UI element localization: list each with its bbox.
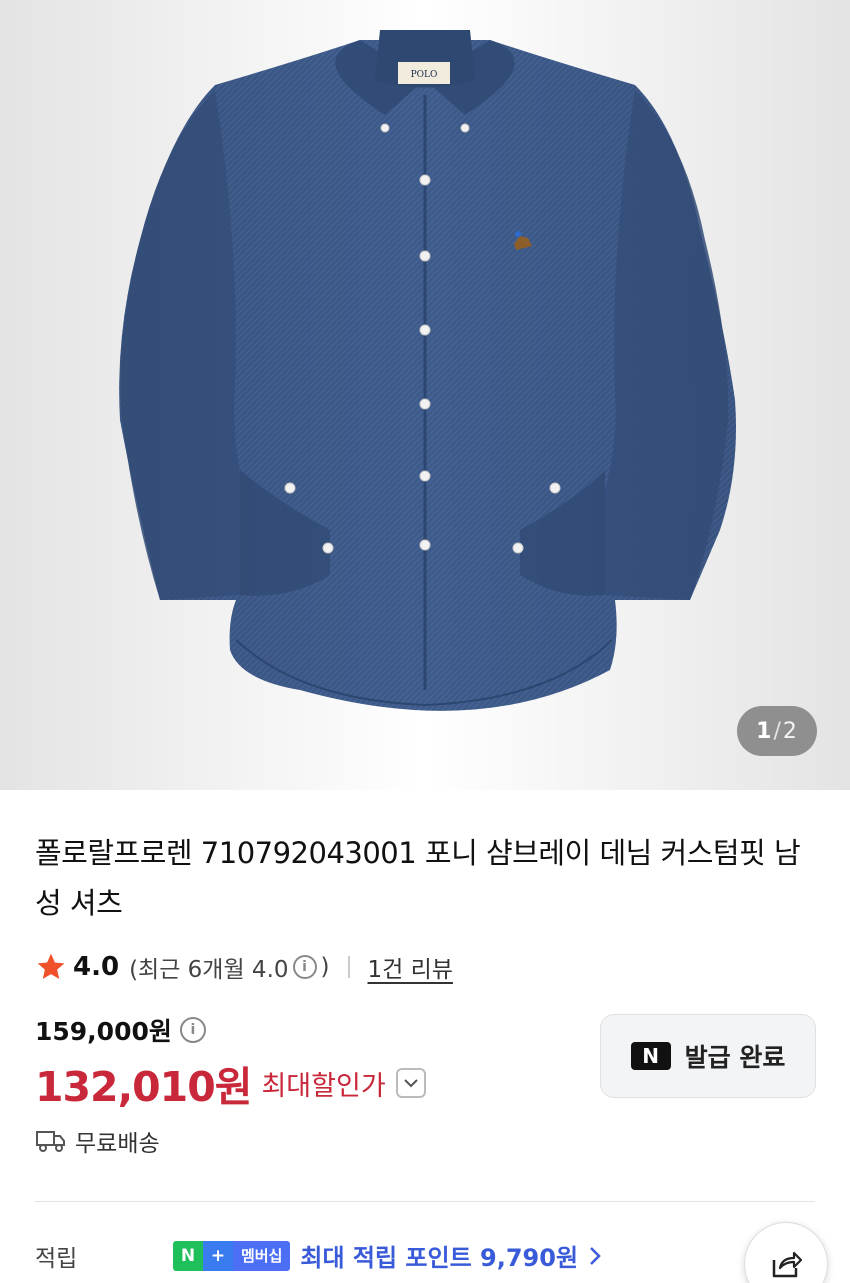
rating-row: 4.0 (최근 6개월 4.0 i ) 1건 리뷰	[35, 945, 453, 989]
shipping-row: 무료배송	[35, 1124, 160, 1158]
sale-price-row: 132,010원 최대할인가	[35, 1053, 426, 1113]
review-link[interactable]: 1건 리뷰	[368, 950, 453, 984]
sale-label: 최대할인가	[261, 1070, 386, 1102]
badge-membership: 멤버십	[233, 1240, 291, 1271]
svg-text:POLO: POLO	[411, 70, 438, 80]
divider	[347, 956, 350, 978]
star-icon	[37, 953, 65, 979]
rating-recent-close: )	[320, 954, 330, 980]
section-divider	[35, 1201, 815, 1202]
price-detail-dropdown[interactable]	[395, 1068, 426, 1098]
points-text: 최대 적립 포인트 9,790원	[300, 1244, 579, 1272]
rating-recent-text: (최근 6개월 4.0	[129, 957, 289, 983]
naver-plus-membership-badge: N + 멤버십	[173, 1240, 291, 1271]
original-price-row: 159,000원 i	[35, 1012, 210, 1048]
pager-total: 2	[782, 718, 798, 744]
price-info-icon[interactable]: i	[179, 1017, 206, 1043]
chevron-right-icon	[590, 1246, 601, 1265]
naver-n-icon: N	[630, 1042, 671, 1070]
product-title: 폴로랄프로렌 710792043001 포니 샴브레이 데님 커스텀핏 남성 셔…	[35, 836, 801, 920]
image-pager: 1 / 2	[737, 706, 817, 756]
product-image: POLO	[0, 0, 850, 790]
info-icon[interactable]: i	[292, 955, 317, 979]
original-price: 159,000원	[35, 1017, 172, 1046]
badge-n: N	[173, 1240, 203, 1271]
rating-score: 4.0	[73, 952, 120, 982]
share-icon	[772, 1251, 803, 1278]
share-button[interactable]	[744, 1222, 828, 1283]
product-image-gallery[interactable]: POLO 1 / 2	[0, 0, 850, 790]
coupon-button[interactable]: N 발급 완료	[600, 1014, 816, 1098]
badge-plus: +	[203, 1240, 233, 1271]
chevron-down-icon	[403, 1079, 418, 1088]
pager-current: 1	[756, 718, 773, 744]
rating-recent: (최근 6개월 4.0 i )	[129, 950, 329, 984]
coupon-label: 발급 완료	[684, 1043, 786, 1072]
pager-separator: /	[773, 718, 782, 744]
truck-icon	[36, 1131, 65, 1152]
points-row[interactable]: 적립 N + 멤버십 최대 적립 포인트 9,790원	[35, 1238, 602, 1273]
sale-price: 132,010원	[35, 1063, 252, 1111]
shipping-label: 무료배송	[75, 1131, 160, 1157]
points-label: 적립	[35, 1245, 78, 1272]
